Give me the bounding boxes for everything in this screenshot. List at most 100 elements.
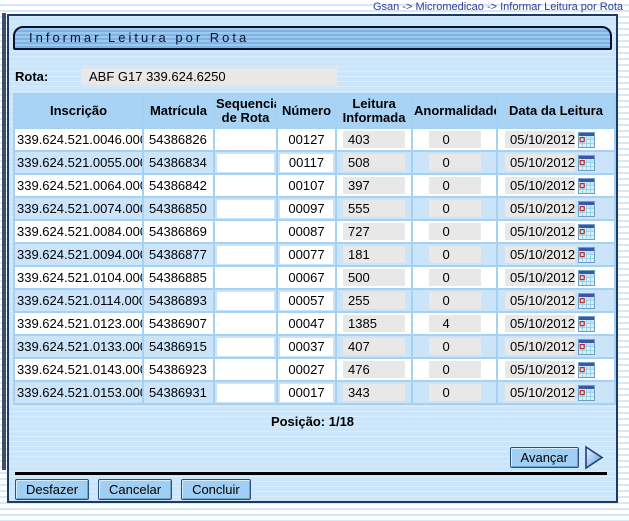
numero-input[interactable] (280, 177, 332, 195)
anormalidade-input[interactable] (429, 292, 481, 309)
calendar-icon[interactable] (578, 316, 595, 332)
data-leitura-input[interactable] (505, 361, 575, 378)
leitura-informada-input[interactable] (343, 246, 405, 263)
cancelar-button[interactable]: Cancelar (98, 479, 172, 500)
anormalidade-input[interactable] (429, 131, 481, 148)
leitura-informada-input[interactable] (343, 315, 405, 332)
numero-cell (277, 128, 336, 151)
numero-input[interactable] (280, 315, 332, 333)
numero-cell (277, 243, 336, 266)
sequencial-rota-input[interactable] (217, 200, 273, 218)
anormalidade-input[interactable] (429, 246, 481, 263)
sequencial-rota-input[interactable] (217, 154, 273, 172)
table-row: 339.624.521.0123.00054386907 (14, 312, 615, 335)
sequencial-cell (214, 243, 277, 266)
calendar-icon[interactable] (578, 339, 595, 355)
anormalidade-input[interactable] (429, 154, 481, 171)
breadcrumb[interactable]: Gsan -> Micromedicao -> Informar Leitura… (373, 1, 623, 13)
table-header-row: InscriçãoMatrículaSequencial de RotaNúme… (14, 94, 615, 128)
numero-cell (277, 381, 336, 404)
leitura-informada-input[interactable] (343, 338, 405, 355)
anormalidade-cell (412, 289, 497, 312)
rota-input[interactable] (81, 68, 337, 85)
numero-input[interactable] (280, 384, 332, 402)
sequencial-rota-input[interactable] (217, 338, 273, 356)
data-leitura-input[interactable] (505, 177, 575, 194)
numero-input[interactable] (280, 361, 332, 379)
data-leitura-input[interactable] (505, 200, 575, 217)
rota-row: Rota: (15, 68, 337, 85)
data-leitura-input[interactable] (505, 246, 575, 263)
avancar-button[interactable]: Avançar (510, 447, 579, 468)
data-leitura-input[interactable] (505, 338, 575, 355)
numero-input[interactable] (280, 338, 332, 356)
data-leitura-cell (497, 358, 615, 381)
data-leitura-cell (497, 197, 615, 220)
anormalidade-input[interactable] (429, 269, 481, 286)
sequencial-rota-input[interactable] (217, 292, 273, 310)
calendar-icon[interactable] (578, 270, 595, 286)
anormalidade-input[interactable] (429, 315, 481, 332)
anormalidade-input[interactable] (429, 177, 481, 194)
data-leitura-input[interactable] (505, 269, 575, 286)
leitura-informada-input[interactable] (343, 269, 405, 286)
table-row: 339.624.521.0143.00054386923 (14, 358, 615, 381)
calendar-icon[interactable] (578, 155, 595, 171)
leitura-informada-input[interactable] (343, 384, 405, 401)
leitura-cell (336, 220, 412, 243)
anormalidade-input[interactable] (429, 361, 481, 378)
calendar-icon[interactable] (578, 247, 595, 263)
sequencial-rota-input[interactable] (217, 269, 273, 287)
sequencial-rota-input[interactable] (217, 223, 273, 241)
numero-input[interactable] (280, 223, 332, 241)
sequencial-rota-input[interactable] (217, 131, 273, 149)
leitura-informada-input[interactable] (343, 154, 405, 171)
leitura-informada-input[interactable] (343, 223, 405, 240)
anormalidade-input[interactable] (429, 200, 481, 217)
data-leitura-input[interactable] (505, 131, 575, 148)
anormalidade-input[interactable] (429, 384, 481, 401)
matricula-cell: 54386931 (143, 381, 214, 404)
data-leitura-cell (497, 128, 615, 151)
leitura-informada-input[interactable] (343, 177, 405, 194)
sequencial-rota-input[interactable] (217, 384, 273, 402)
calendar-icon[interactable] (578, 224, 595, 240)
numero-input[interactable] (280, 269, 332, 287)
data-leitura-input[interactable] (505, 292, 575, 309)
leitura-informada-input[interactable] (343, 131, 405, 148)
column-header: Anormalidade (412, 94, 497, 128)
numero-input[interactable] (280, 131, 332, 149)
numero-input[interactable] (280, 154, 332, 172)
data-leitura-input[interactable] (505, 315, 575, 332)
table-row: 339.624.521.0133.00054386915 (14, 335, 615, 358)
data-leitura-input[interactable] (505, 154, 575, 171)
leitura-informada-input[interactable] (343, 361, 405, 378)
calendar-icon[interactable] (578, 178, 595, 194)
data-leitura-cell (497, 381, 615, 404)
matricula-cell: 54386869 (143, 220, 214, 243)
sequencial-rota-input[interactable] (217, 177, 273, 195)
concluir-button[interactable]: Concluir (181, 479, 251, 500)
calendar-icon[interactable] (578, 293, 595, 309)
data-leitura-input[interactable] (505, 223, 575, 240)
desfazer-button[interactable]: Desfazer (15, 479, 89, 500)
calendar-icon[interactable] (578, 385, 595, 401)
leitura-informada-input[interactable] (343, 200, 405, 217)
data-leitura-input[interactable] (505, 384, 575, 401)
numero-input[interactable] (280, 200, 332, 218)
leitura-cell (336, 358, 412, 381)
anormalidade-input[interactable] (429, 223, 481, 240)
sequencial-rota-input[interactable] (217, 361, 273, 379)
calendar-icon[interactable] (578, 201, 595, 217)
sequencial-rota-input[interactable] (217, 246, 273, 264)
calendar-icon[interactable] (578, 362, 595, 378)
numero-input[interactable] (280, 292, 332, 310)
next-arrow-icon[interactable] (584, 445, 605, 470)
numero-cell (277, 289, 336, 312)
anormalidade-cell (412, 266, 497, 289)
leitura-informada-input[interactable] (343, 292, 405, 309)
anormalidade-input[interactable] (429, 338, 481, 355)
sequencial-rota-input[interactable] (217, 315, 273, 333)
numero-input[interactable] (280, 246, 332, 264)
calendar-icon[interactable] (578, 132, 595, 148)
